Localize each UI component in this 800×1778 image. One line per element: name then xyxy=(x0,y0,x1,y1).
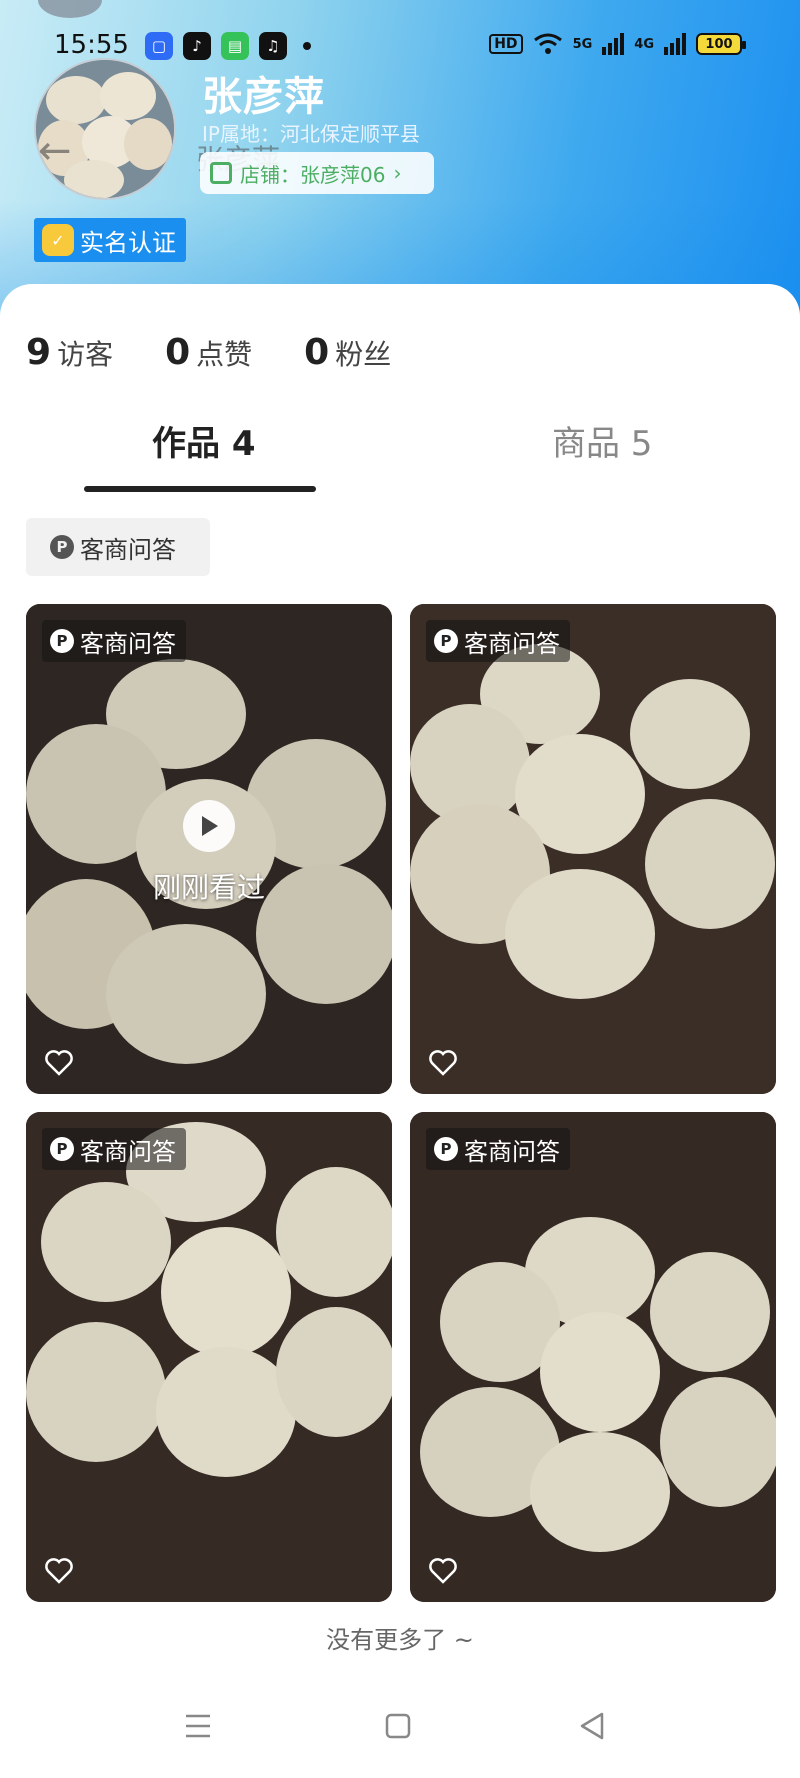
post-tile[interactable]: P 客商问答 刚刚看过 xyxy=(26,604,392,1094)
shopping-bag-icon xyxy=(210,162,232,184)
post-tag: P 客商问答 xyxy=(42,1128,186,1170)
signal-bars-icon xyxy=(664,33,686,55)
menu-icon[interactable] xyxy=(178,1706,218,1746)
battery-level: 100 xyxy=(705,36,733,52)
stat-fans[interactable]: 0 粉丝 xyxy=(304,332,391,373)
stat-visitors[interactable]: 9 访客 xyxy=(26,332,113,373)
profile-name: 张彦萍 xyxy=(202,74,325,120)
wifi-icon xyxy=(533,33,562,54)
recently-viewed-overlay: 刚刚看过 xyxy=(26,800,392,906)
status-app-icons: ▢ ♪ ▤ ♫ xyxy=(145,32,311,60)
stat-fans-count: 0 xyxy=(304,332,330,373)
battery-icon: 100 xyxy=(696,33,746,55)
stat-visitors-count: 9 xyxy=(26,332,52,373)
status-time: 15:55 xyxy=(54,30,129,60)
heart-icon[interactable] xyxy=(428,1556,458,1586)
recently-viewed-label: 刚刚看过 xyxy=(152,871,265,904)
signal-5g-label: 5G xyxy=(572,36,593,52)
signal-bars-icon xyxy=(602,33,625,55)
post-tag-label: 客商问答 xyxy=(464,629,560,658)
more-notifications-icon xyxy=(303,42,311,50)
stat-fans-label: 粉丝 xyxy=(335,338,392,371)
end-of-list-label: 没有更多了 ~ xyxy=(326,1626,474,1654)
filter-chip-qa[interactable]: P 客商问答 xyxy=(26,518,210,576)
tab-works[interactable]: 作品 4 xyxy=(152,416,256,465)
douyin-lite-icon: ♫ xyxy=(259,32,287,60)
home-icon[interactable] xyxy=(378,1706,418,1746)
post-tag: P 客商问答 xyxy=(426,620,570,662)
shop-link-button[interactable]: 店铺：张彦萍06 › xyxy=(200,152,434,194)
filter-chip-label: 客商问答 xyxy=(80,535,176,564)
play-icon xyxy=(183,800,235,852)
p-logo-icon: P xyxy=(50,535,74,559)
post-tag-label: 客商问答 xyxy=(80,1137,176,1166)
content-tabs: 作品 4 商品 5 xyxy=(0,404,800,484)
post-tag: P 客商问答 xyxy=(426,1128,570,1170)
p-logo-icon: P xyxy=(434,629,458,653)
p-logo-icon: P xyxy=(434,1137,458,1161)
active-tab-indicator xyxy=(84,486,316,492)
heart-icon[interactable] xyxy=(44,1556,74,1586)
stat-likes-label: 点赞 xyxy=(196,338,253,371)
profile-stats: 9 访客 0 点赞 0 粉丝 xyxy=(26,332,391,373)
back-triangle-icon[interactable] xyxy=(572,1706,612,1746)
p-logo-icon: P xyxy=(50,1137,74,1161)
verified-shield-icon: ✓ xyxy=(42,224,74,256)
blue-app-icon: ▢ xyxy=(145,32,173,60)
stat-visitors-label: 访客 xyxy=(57,338,114,371)
verified-label: 实名认证 xyxy=(80,228,176,257)
stat-likes[interactable]: 0 点赞 xyxy=(165,332,252,373)
chevron-right-icon: › xyxy=(393,161,402,185)
heart-icon[interactable] xyxy=(44,1048,74,1078)
status-indicators: HD 5G 4G 100 xyxy=(489,32,746,56)
system-navigation-bar xyxy=(0,1690,800,1760)
heart-icon[interactable] xyxy=(428,1048,458,1078)
ip-location: IP属地：河北保定顺平县 xyxy=(202,122,420,146)
post-tag-label: 客商问答 xyxy=(80,629,176,658)
post-tile[interactable]: P 客商问答 xyxy=(410,1112,776,1602)
hd-icon: HD xyxy=(489,34,523,54)
douyin-icon: ♪ xyxy=(183,32,211,60)
shop-link-label: 店铺：张彦萍06 xyxy=(240,162,386,187)
back-arrow-icon[interactable]: ← xyxy=(38,128,72,174)
verified-badge[interactable]: ✓ 实名认证 xyxy=(34,218,186,262)
stat-likes-count: 0 xyxy=(165,332,191,373)
post-tag-label: 客商问答 xyxy=(464,1137,560,1166)
message-app-icon: ▤ xyxy=(221,32,249,60)
post-thumbnail xyxy=(26,1112,392,1602)
tab-goods[interactable]: 商品 5 xyxy=(552,416,652,465)
signal-4g-label: 4G xyxy=(634,36,654,52)
p-logo-icon: P xyxy=(50,629,74,653)
post-thumbnail xyxy=(410,1112,776,1602)
post-tag: P 客商问答 xyxy=(42,620,186,662)
post-tile[interactable]: P 客商问答 xyxy=(410,604,776,1094)
post-thumbnail xyxy=(410,604,776,1094)
post-tile[interactable]: P 客商问答 xyxy=(26,1112,392,1602)
